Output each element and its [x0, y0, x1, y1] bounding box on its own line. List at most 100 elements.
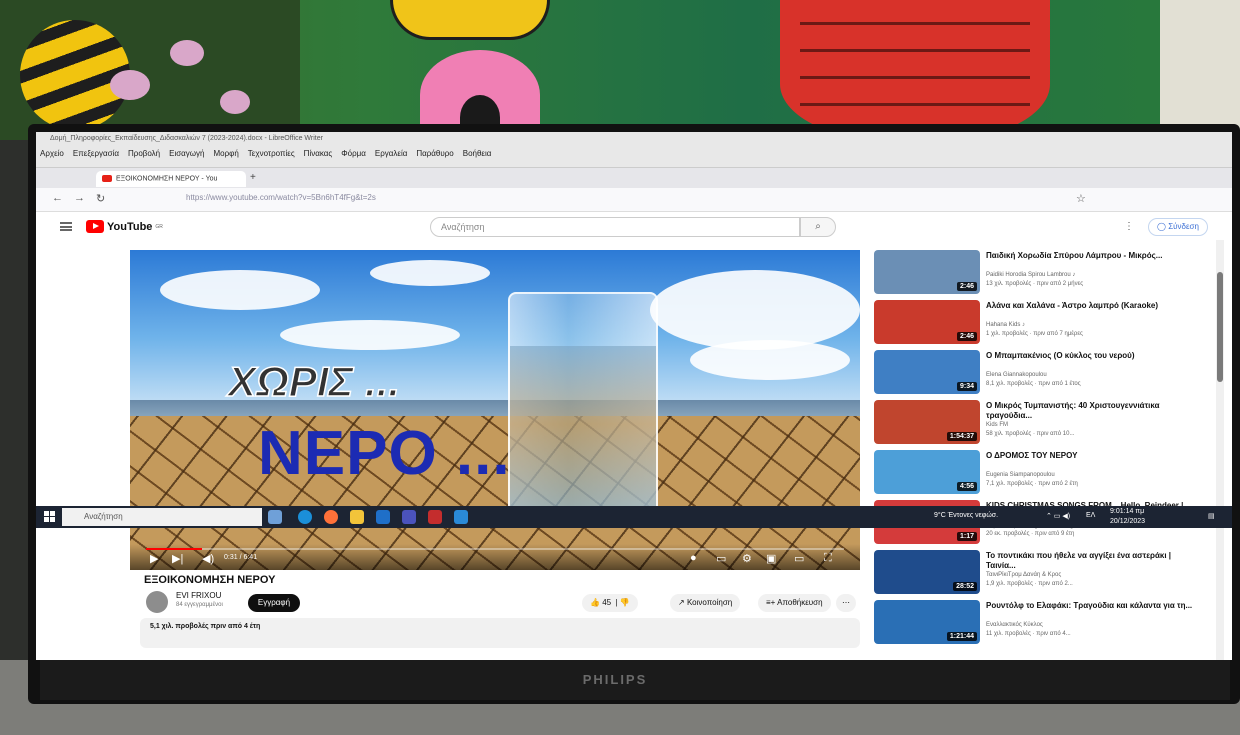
thumbnail[interactable]: 2:46: [874, 250, 980, 294]
menu-insert[interactable]: Εισαγωγή: [169, 149, 204, 158]
menu-tools[interactable]: Εργαλεία: [375, 149, 407, 158]
subscribe-button[interactable]: Εγγραφή: [248, 594, 300, 612]
clock-time[interactable]: 9:01:14 πμ: [1110, 508, 1144, 515]
save-button[interactable]: ≡+ Αποθήκευση: [758, 594, 831, 612]
subtitles-icon[interactable]: ▭: [716, 552, 726, 565]
edge-icon[interactable]: [298, 510, 312, 524]
share-label: Κοινοποίηση: [686, 598, 733, 607]
theater-icon[interactable]: ▭: [794, 552, 804, 565]
time-display: 0:31 / 6:41: [224, 554, 258, 561]
more-options-icon[interactable]: ⋮: [1124, 221, 1134, 232]
sidebar-video-title[interactable]: Παιδική Χορωδία Σπύρου Λάμπρου - Μικρός.…: [986, 251, 1196, 261]
teams-icon[interactable]: [402, 510, 416, 524]
sidebar-channel-name: Paidiki Horodia Spirou Lambrou ♪: [986, 272, 1076, 278]
app-icon[interactable]: [428, 510, 442, 524]
app-icon[interactable]: [376, 510, 390, 524]
weather-widget[interactable]: 9°C Έντονες νεφώσ.: [934, 512, 998, 519]
reload-icon[interactable]: ↻: [96, 192, 105, 205]
back-icon[interactable]: ←: [52, 192, 63, 204]
writer-icon[interactable]: [454, 510, 468, 524]
monitor-brand: PHILIPS: [582, 672, 648, 687]
duration-badge: 28:52: [953, 582, 977, 591]
thumbnail[interactable]: 2:46: [874, 300, 980, 344]
sidebar-video-item[interactable]: 9:34 Ο Μπαμπακένιος (Ο κύκλος του νερού) E…: [874, 350, 1214, 396]
youtube-play-icon: [86, 220, 104, 233]
scrollbar-thumb[interactable]: [1217, 272, 1223, 382]
menu-icon[interactable]: [60, 222, 72, 231]
channel-name[interactable]: EVI FRIXOU: [176, 591, 221, 600]
sidebar-video-title[interactable]: Ο ΔΡΟΜΟΣ ΤΟΥ ΝΕΡΟΥ: [986, 451, 1196, 461]
volume-icon[interactable]: ◀): [202, 552, 214, 565]
menu-help[interactable]: Βοήθεια: [463, 149, 492, 158]
writer-window-bar: Δομή_Πληροφορίες_Εκπαίδευσης_Διδασκαλιών…: [36, 132, 1232, 168]
sidebar-video-item[interactable]: 2:46 Παιδική Χορωδία Σπύρου Λάμπρου - Μικ…: [874, 250, 1214, 296]
red-decoration-pattern: [800, 20, 1030, 130]
sidebar-video-title[interactable]: Ο Μικρός Τυμπανιστής: 40 Χριστουγεννιάτι…: [986, 401, 1196, 421]
sidebar-video-item[interactable]: 1:54:37 Ο Μικρός Τυμπανιστής: 40 Χριστουγ…: [874, 400, 1214, 446]
blossom-decoration: [110, 70, 150, 100]
menu-file[interactable]: Αρχείο: [40, 149, 64, 158]
more-actions-icon[interactable]: ⋯: [836, 594, 856, 612]
notifications-icon[interactable]: ▤: [1208, 512, 1215, 520]
browser-tab-bar: ΕΞΟΙΚΟΝΟΜΗΣΗ ΝΕΡΟΥ - You +: [36, 168, 1232, 188]
taskbar-search[interactable]: Αναζήτηση: [62, 508, 262, 526]
settings-icon[interactable]: ⚙: [742, 552, 752, 565]
sidebar-video-title[interactable]: Ρουντόλφ το Ελαφάκι: Τραγούδια και κάλαν…: [986, 601, 1196, 611]
thumbnail[interactable]: 1:21:44: [874, 600, 980, 644]
sidebar-channel-name: Eugenia Siampanopoulou: [986, 472, 1055, 478]
sign-in-label: Σύνδεση: [1168, 222, 1199, 231]
avatar[interactable]: [146, 591, 168, 613]
file-explorer-icon[interactable]: [350, 510, 364, 524]
like-button[interactable]: 👍 45 | 👎: [582, 594, 638, 612]
miniplayer-icon[interactable]: ▣: [766, 552, 776, 565]
menu-format[interactable]: Μορφή: [213, 149, 238, 158]
firefox-icon[interactable]: [324, 510, 338, 524]
sidebar-video-item[interactable]: 1:21:44 Ρουντόλφ το Ελαφάκι: Τραγούδια κα…: [874, 600, 1214, 646]
play-icon[interactable]: ▶: [150, 552, 158, 565]
search-input[interactable]: Αναζήτηση: [430, 217, 800, 237]
sidebar-video-item[interactable]: 4:56 Ο ΔΡΟΜΟΣ ΤΟΥ ΝΕΡΟΥ Eugenia Siampanopo…: [874, 450, 1214, 496]
tray-icons[interactable]: ⌃ ▭ ◀): [1046, 512, 1070, 520]
menu-view[interactable]: Προβολή: [128, 149, 160, 158]
task-view-icon[interactable]: [268, 510, 282, 524]
browser-tab[interactable]: ΕΞΟΙΚΟΝΟΜΗΣΗ ΝΕΡΟΥ - You: [96, 171, 246, 187]
view-count: 5,1 χιλ. προβολές πριν από 4 έτη: [150, 623, 261, 630]
description-box[interactable]: 5,1 χιλ. προβολές πριν από 4 έτη: [140, 618, 860, 648]
sidebar-video-title[interactable]: Το ποντικάκι που ήθελε να αγγίξει ένα ασ…: [986, 551, 1196, 571]
youtube-logo[interactable]: YouTube GR: [86, 220, 163, 233]
youtube-favicon-icon: [102, 175, 112, 182]
sidebar-meta: 1 χιλ. προβολές · πριν από 7 ημέρες: [986, 331, 1083, 337]
sidebar-video-item[interactable]: 2:46 Αλάνα και Χαλάνα - Άστρο λαμπρό (Kar…: [874, 300, 1214, 346]
thumbnail[interactable]: 1:54:37: [874, 400, 980, 444]
autoplay-toggle-icon[interactable]: ●: [690, 552, 697, 564]
new-tab-icon[interactable]: +: [250, 172, 256, 183]
menu-form[interactable]: Φόρμα: [341, 149, 366, 158]
forward-icon[interactable]: →: [74, 192, 85, 204]
language-indicator[interactable]: ΕΛ: [1086, 512, 1095, 519]
fullscreen-icon[interactable]: ⛶: [824, 552, 832, 565]
bookmark-icon[interactable]: ☆: [1076, 192, 1086, 205]
menu-window[interactable]: Παράθυρο: [416, 149, 453, 158]
share-button[interactable]: ↗ Κοινοποίηση: [670, 594, 741, 612]
sidebar-video-title[interactable]: Ο Μπαμπακένιος (Ο κύκλος του νερού): [986, 351, 1196, 361]
sidebar-meta: 58 χιλ. προβολές · πριν από 10...: [986, 431, 1075, 437]
windows-start-icon[interactable]: [44, 511, 55, 522]
sidebar-meta: 11 χιλ. προβολές · πριν από 4...: [986, 631, 1071, 637]
wall-right: [1160, 0, 1240, 140]
search-icon[interactable]: ⌕: [800, 217, 836, 237]
progress-bar[interactable]: [146, 548, 844, 550]
sign-in-button[interactable]: ◯ Σύνδεση: [1148, 218, 1208, 236]
next-icon[interactable]: ▶|: [172, 552, 183, 565]
sidebar-video-title[interactable]: Αλάνα και Χαλάνα - Άστρο λαμπρό (Karaoke…: [986, 301, 1196, 311]
thumbnail[interactable]: 28:52: [874, 550, 980, 594]
menu-edit[interactable]: Επεξεργασία: [73, 149, 119, 158]
thumbnail[interactable]: 4:56: [874, 450, 980, 494]
menu-styles[interactable]: Τεχνοτροπίες: [248, 149, 295, 158]
thumbnail[interactable]: 9:34: [874, 350, 980, 394]
sidebar-video-item[interactable]: 28:52 Το ποντικάκι που ήθελε να αγγίξει έ…: [874, 550, 1214, 596]
clock-date[interactable]: 20/12/2023: [1110, 518, 1145, 525]
duration-badge: 2:46: [956, 332, 977, 341]
url-input[interactable]: https://www.youtube.com/watch?v=5Bn6hT4f…: [186, 193, 376, 202]
youtube-header: YouTube GR Αναζήτηση ⌕ ⋮ ◯ Σύνδεση: [36, 212, 1232, 240]
menu-table[interactable]: Πίνακας: [304, 149, 333, 158]
